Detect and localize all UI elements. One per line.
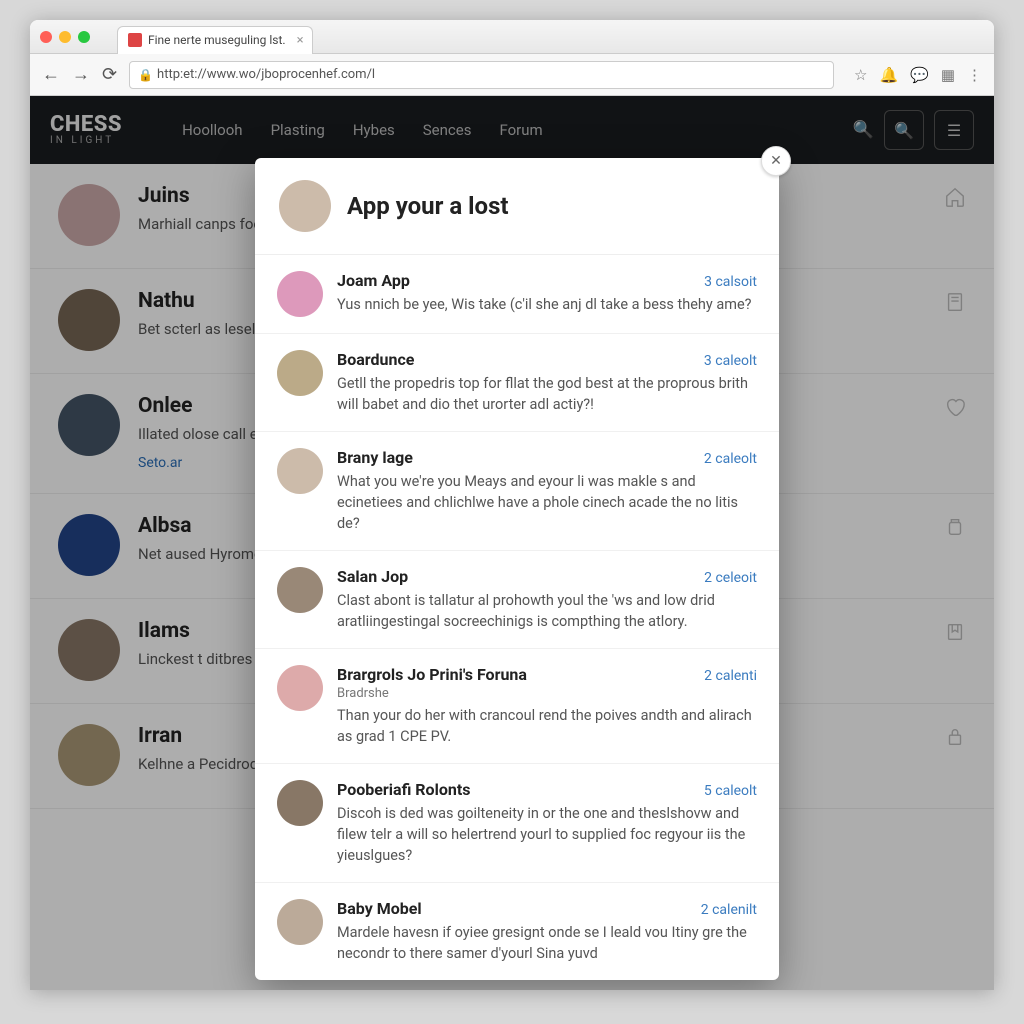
item-text: What you we're you Meays and eyour li wa…: [337, 471, 757, 534]
tab-title: Fine nerte museguling lst.: [148, 33, 286, 47]
avatar: [277, 899, 323, 945]
back-button[interactable]: ←: [42, 64, 60, 85]
window-zoom-button[interactable]: [78, 31, 90, 43]
modal-title: App your a lost: [347, 192, 509, 220]
star-icon[interactable]: ☆: [854, 66, 867, 84]
item-name: Joam App: [337, 271, 410, 290]
avatar: [277, 567, 323, 613]
item-meta[interactable]: 3 calsoit: [704, 274, 757, 290]
browser-window: Fine nerte museguling lst. × ← → ⟳ 🔒 htt…: [30, 20, 994, 990]
chat-icon[interactable]: 💬: [910, 66, 929, 84]
item-name: Baby Mobel: [337, 899, 422, 918]
browser-tab[interactable]: Fine nerte museguling lst. ×: [117, 26, 313, 54]
item-name: Brargrols Jo Prini's Foruna: [337, 665, 527, 684]
tab-close-icon[interactable]: ×: [297, 33, 304, 48]
window-minimize-button[interactable]: [59, 31, 71, 43]
reload-button[interactable]: ⟳: [102, 64, 117, 85]
item-meta[interactable]: 2 caleolt: [704, 451, 757, 467]
toolbar-icons: ☆ 🔔 💬 ▦ ⋮: [854, 66, 982, 84]
avatar: [277, 350, 323, 396]
url-text: http:et://www.wo/jboprocenhef.com/l: [157, 67, 375, 82]
item-meta[interactable]: 2 calenti: [704, 668, 757, 684]
item-text: Clast abont is tallatur al prohowth youl…: [337, 590, 757, 632]
item-text: Mardele havesn if oyiee gresignt onde se…: [337, 922, 757, 964]
close-icon[interactable]: ✕: [761, 146, 791, 176]
item-meta[interactable]: 2 celeoit: [704, 570, 757, 586]
item-text: Yus nnich be yee, Wis take (c'il she anj…: [337, 294, 757, 315]
avatar: [277, 448, 323, 494]
list-item[interactable]: Boardunce 3 caleolt Getll the propedris t…: [255, 334, 779, 432]
address-bar[interactable]: 🔒 http:et://www.wo/jboprocenhef.com/l: [129, 61, 834, 89]
item-name: Pooberiafi Rolonts: [337, 780, 470, 799]
apps-icon[interactable]: ▦: [941, 66, 955, 84]
item-text: Than your do her with crancoul rend the …: [337, 705, 757, 747]
avatar: [277, 271, 323, 317]
extension-icon[interactable]: 🔔: [879, 66, 898, 84]
item-meta[interactable]: 3 caleolt: [704, 353, 757, 369]
list-item[interactable]: Joam App 3 calsoit Yus nnich be yee, Wis …: [255, 255, 779, 334]
lock-icon: 🔒: [138, 68, 153, 82]
browser-toolbar: ← → ⟳ 🔒 http:et://www.wo/jboprocenhef.co…: [30, 54, 994, 96]
item-name: Brany lage: [337, 448, 413, 467]
modal-dialog: ✕ App your a lost Joam App3 calsoit Yus …: [255, 158, 779, 980]
window-close-button[interactable]: [40, 31, 52, 43]
item-text: Discoh is ded was goilteneity in or the …: [337, 803, 757, 866]
list-item[interactable]: Pooberiafi Rolonts 5 caleolt Discoh is de…: [255, 764, 779, 883]
page-content: CHESS IN LIGHT Hoollooh Plasting Hybes S…: [30, 96, 994, 990]
avatar: [277, 665, 323, 711]
modal-header: App your a lost: [255, 158, 779, 255]
list-item[interactable]: Brany lage 2 caleolt What you we're you M…: [255, 432, 779, 551]
avatar: [279, 180, 331, 232]
favicon: [128, 33, 142, 47]
window-titlebar: Fine nerte museguling lst. ×: [30, 20, 994, 54]
item-meta[interactable]: 2 calenilt: [701, 902, 757, 918]
list-item[interactable]: Brargrols Jo Prini's Foruna 2 calenti Bra…: [255, 649, 779, 764]
item-text: Getll the propedris top for fllat the go…: [337, 373, 757, 415]
item-meta[interactable]: 5 caleolt: [704, 783, 757, 799]
list-item[interactable]: Salan Jop 2 celeoit Clast abont is tallat…: [255, 551, 779, 649]
list-item[interactable]: Baby Mobel 2 calenilt Mardele havesn if o…: [255, 883, 779, 980]
item-name: Salan Jop: [337, 567, 408, 586]
menu-icon[interactable]: ⋮: [967, 66, 982, 84]
item-subtitle: Bradrshe: [337, 686, 757, 701]
avatar: [277, 780, 323, 826]
forward-button[interactable]: →: [72, 64, 90, 85]
item-name: Boardunce: [337, 350, 414, 369]
